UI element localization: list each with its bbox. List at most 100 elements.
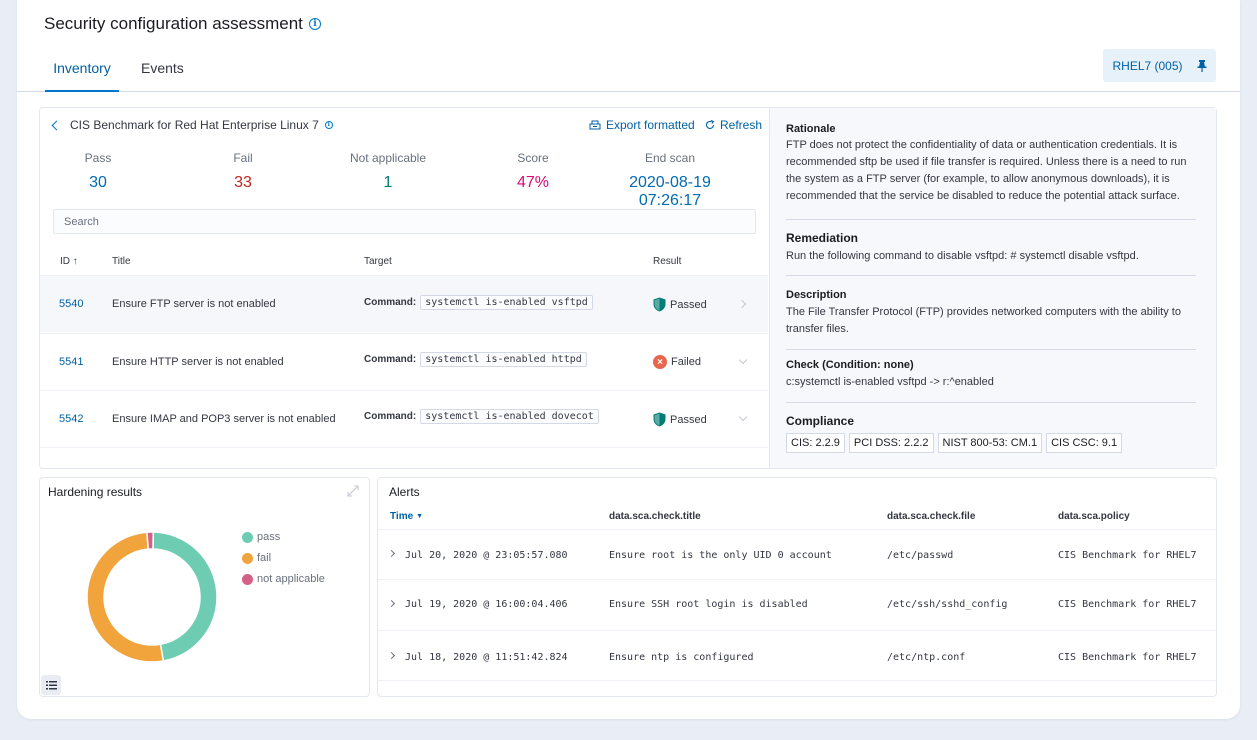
legend-label: pass xyxy=(257,531,281,543)
table-row[interactable]: 5541 Ensure HTTP server is not enabled C… xyxy=(40,333,768,390)
check-text: c:systemctl is-enabled vsftpd -> r:^enab… xyxy=(786,376,994,388)
alert-file: /etc/passwd xyxy=(887,550,954,561)
remediation-section: Remediation Run the following command to… xyxy=(786,231,1196,265)
stat-label: Score xyxy=(517,151,549,165)
chevron-down-icon[interactable] xyxy=(738,355,748,365)
column-header-time[interactable]: Time ▼ xyxy=(390,511,423,522)
column-header-target[interactable]: Target xyxy=(364,256,392,267)
description-title: Description xyxy=(786,289,847,301)
hardening-title: Hardening results xyxy=(48,485,143,499)
column-header-result[interactable]: Result xyxy=(653,256,681,267)
legend-item-not-applicable[interactable]: not applicable xyxy=(242,573,325,585)
section-divider xyxy=(786,219,1196,220)
export-label: Export formatted xyxy=(606,118,695,132)
list-icon[interactable] xyxy=(41,675,61,695)
rationale-title: Rationale xyxy=(786,123,836,135)
row-target: Command: systemctl is-enabled vsftpd xyxy=(364,295,593,310)
donut-slice-not-applicable[interactable] xyxy=(146,531,155,550)
alert-time: Jul 19, 2020 @ 16:00:04.406 xyxy=(405,599,568,610)
alert-row[interactable]: Jul 20, 2020 @ 23:05:57.080 Ensure root … xyxy=(378,529,1216,580)
info-icon[interactable]: i xyxy=(308,18,321,30)
page-title-text: Security configuration assessment xyxy=(44,14,303,33)
table-row[interactable]: 5542 Ensure IMAP and POP3 server is not … xyxy=(40,390,768,447)
alert-title: Ensure ntp is configured xyxy=(609,652,754,663)
back-chevron-icon[interactable] xyxy=(51,120,62,130)
alert-title: Ensure SSH root login is disabled xyxy=(609,599,808,610)
alerts-title: Alerts xyxy=(389,485,420,499)
compliance-badge: CIS: 2.2.9 xyxy=(786,433,845,453)
column-header-id[interactable]: ID ↑ xyxy=(60,256,78,267)
alert-row[interactable]: Jul 18, 2020 @ 11:51:42.824 Ensure ntp i… xyxy=(378,630,1216,681)
column-header-time-label: Time xyxy=(390,511,414,522)
alert-policy: CIS Benchmark for RHEL7 xyxy=(1058,652,1197,663)
chevron-down-icon[interactable] xyxy=(738,412,748,422)
check-section: Check (Condition: none) c:systemctl is-e… xyxy=(786,359,1196,391)
row-id-link[interactable]: 5540 xyxy=(59,298,83,310)
stat-fail: Fail 33 xyxy=(215,151,271,192)
stat-end-scan: End scan 2020-08-19 07:26:17 xyxy=(600,151,740,210)
row-target: Command: systemctl is-enabled dovecot xyxy=(364,409,599,424)
compliance-title: Compliance xyxy=(786,414,855,428)
legend-item-fail[interactable]: fail xyxy=(242,552,271,564)
row-id-link[interactable]: 5541 xyxy=(59,356,83,368)
expand-icon[interactable] xyxy=(346,484,360,498)
alert-row[interactable]: Jul 19, 2020 @ 16:00:04.406 Ensure SSH r… xyxy=(378,579,1216,630)
column-header-policy[interactable]: data.sca.policy xyxy=(1058,511,1130,522)
expand-row-icon[interactable] xyxy=(387,651,396,660)
alert-title: Ensure root is the only UID 0 account xyxy=(609,550,832,561)
column-header-check-file[interactable]: data.sca.check.file xyxy=(887,511,975,522)
pin-icon xyxy=(1197,59,1207,72)
agent-pin-button[interactable]: RHEL7 (005) xyxy=(1103,49,1216,82)
info-icon[interactable]: i xyxy=(324,121,333,129)
refresh-label: Refresh xyxy=(720,118,763,132)
compliance-badge: PCI DSS: 2.2.2 xyxy=(848,433,934,453)
donut-slice-fail[interactable] xyxy=(86,531,165,663)
page-title: Security configuration assessment i xyxy=(44,14,321,34)
tab-events[interactable]: Events xyxy=(141,60,184,92)
rationale-text: FTP does not protect the confidentiality… xyxy=(786,139,1187,202)
compliance-badges: CIS: 2.2.9 PCI DSS: 2.2.2 NIST 800-53: C… xyxy=(786,433,1196,453)
row-title: Ensure HTTP server is not enabled xyxy=(112,356,284,368)
expand-row-icon[interactable] xyxy=(387,599,396,608)
tab-inventory[interactable]: Inventory xyxy=(45,60,119,92)
search-input[interactable]: Search xyxy=(53,209,756,234)
result-failed: × Failed xyxy=(653,355,701,369)
donut-slice-pass[interactable] xyxy=(152,531,218,662)
benchmark-header: CIS Benchmark for Red Hat Enterprise Lin… xyxy=(51,118,333,132)
command-label: Command: xyxy=(364,411,417,422)
expand-row-icon[interactable] xyxy=(387,549,396,558)
column-header-check-title[interactable]: data.sca.check.title xyxy=(609,511,701,522)
donut-chart xyxy=(86,531,218,663)
stat-not-applicable: Not applicable 1 xyxy=(338,151,438,192)
export-formatted-button[interactable]: Export formatted xyxy=(589,118,695,132)
tab-bar: Inventory Events xyxy=(17,50,1240,92)
command-label: Command: xyxy=(364,297,417,308)
legend-label: fail xyxy=(257,552,272,564)
agent-button-label: RHEL7 (005) xyxy=(1112,58,1183,73)
chevron-right-icon[interactable] xyxy=(737,299,747,309)
legend-item-pass[interactable]: pass xyxy=(242,531,280,543)
column-header-title[interactable]: Title xyxy=(112,256,131,267)
stat-value: 2020-08-19 07:26:17 xyxy=(629,174,711,209)
row-id-link[interactable]: 5542 xyxy=(59,413,83,425)
alert-file: /etc/ssh/sshd_config xyxy=(887,599,1008,610)
result-label: Passed xyxy=(670,413,707,426)
compliance-badge: CIS CSC: 9.1 xyxy=(1046,433,1123,453)
row-title: Ensure IMAP and POP3 server is not enabl… xyxy=(112,413,336,425)
shield-check-icon xyxy=(653,412,666,427)
stat-pass: Pass 30 xyxy=(70,151,126,192)
stat-value: 33 xyxy=(234,174,252,191)
alert-time: Jul 18, 2020 @ 11:51:42.824 xyxy=(405,652,568,663)
sort-desc-icon: ▼ xyxy=(416,513,424,520)
alert-policy: CIS Benchmark for RHEL7 xyxy=(1058,550,1197,561)
command-code: systemctl is-enabled httpd xyxy=(420,352,587,367)
legend-dot xyxy=(242,552,253,564)
command-code: systemctl is-enabled vsftpd xyxy=(420,295,593,310)
export-icon xyxy=(589,120,601,130)
stat-label: Pass xyxy=(84,151,112,165)
result-label: Passed xyxy=(670,298,707,311)
stat-label: End scan xyxy=(644,151,696,165)
table-row[interactable]: 5540 Ensure FTP server is not enabled Co… xyxy=(40,275,768,332)
row-target: Command: systemctl is-enabled httpd xyxy=(364,352,587,367)
refresh-button[interactable]: Refresh xyxy=(705,118,762,132)
